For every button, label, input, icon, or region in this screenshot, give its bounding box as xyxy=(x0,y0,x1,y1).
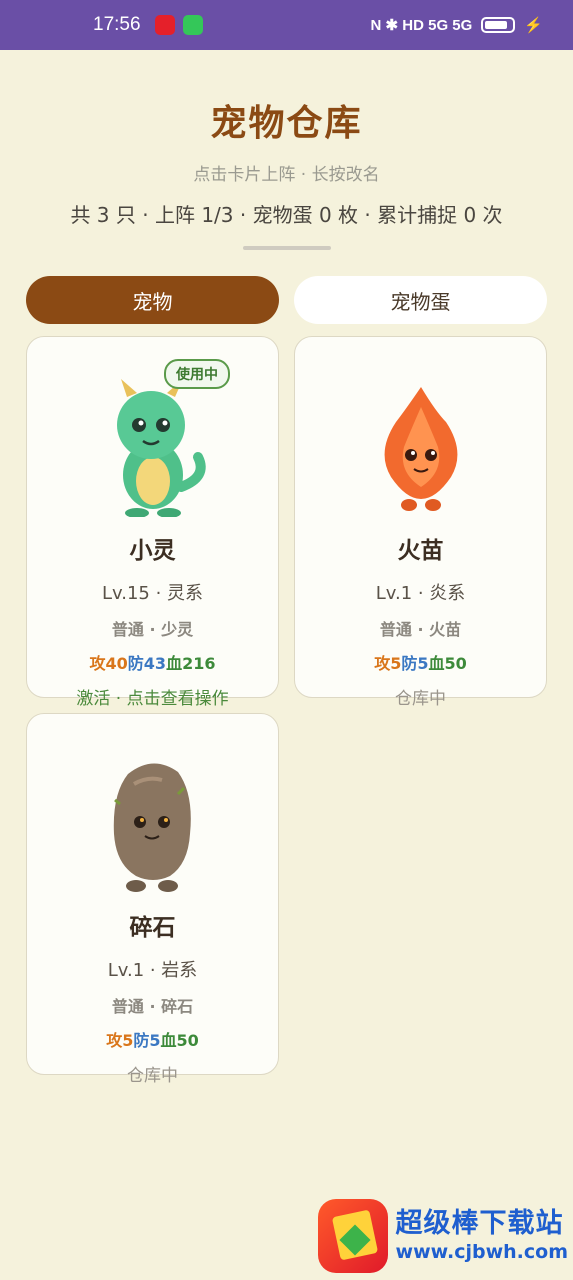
green-dragon-icon xyxy=(116,379,206,517)
pet-card[interactable]: 碎石 Lv.1 · 岩系 普通 · 碎石 攻5防5血50 仓库中 xyxy=(26,713,279,1086)
pet-attributes: 攻5防5血50 xyxy=(295,650,546,674)
charging-icon: ⚡ xyxy=(524,17,543,34)
pet-defense: 防5 xyxy=(133,1031,161,1050)
pet-attributes: 攻40防43血216 xyxy=(27,650,278,674)
watermark: 超级棒下载站 www.cjbwh.com xyxy=(318,1196,568,1276)
pet-status: 激活 · 点击查看操作 xyxy=(76,689,229,709)
pet-name: 火苗 xyxy=(397,538,444,564)
watermark-name: 超级棒下载站 xyxy=(395,1208,564,1240)
page-title: 宠物仓库 xyxy=(210,103,363,144)
summary-stats: 共 3 只 · 上阵 1/3 · 宠物蛋 0 枚 · 累计捕捉 0 次 xyxy=(70,203,503,227)
pet-level: Lv.1 · 岩系 xyxy=(107,960,198,981)
pet-card[interactable]: 使用中 小灵 Lv.15 · 灵系 普通 · 少灵 攻40防43血216 激活 … xyxy=(26,336,279,709)
message-notification-icon xyxy=(182,15,203,35)
watermark-text: 超级棒下载站 www.cjbwh.com xyxy=(396,1208,568,1263)
status-bar: 17:56 N ✱ HD 5G 5G ⚡ xyxy=(0,0,573,50)
pet-kind: 普通 · 火苗 xyxy=(379,620,462,639)
pet-art: 使用中 xyxy=(27,337,278,517)
pet-name: 碎石 xyxy=(129,915,176,941)
status-icons: N ✱ HD 5G 5G ⚡ xyxy=(371,16,543,34)
network-status-icons: N ✱ HD 5G 5G xyxy=(370,17,473,34)
pet-level: Lv.1 · 炎系 xyxy=(375,583,466,604)
app-notification-icon xyxy=(154,15,175,35)
battery-icon xyxy=(481,17,516,33)
pet-kind: 普通 · 少灵 xyxy=(111,620,194,639)
pet-hp: 血216 xyxy=(166,654,216,673)
pet-level: Lv.15 · 灵系 xyxy=(101,583,204,604)
pet-card[interactable]: 火苗 Lv.1 · 炎系 普通 · 火苗 攻5防5血50 仓库中 xyxy=(294,336,547,709)
pet-defense: 防5 xyxy=(401,654,429,673)
pet-status: 仓库中 xyxy=(127,1066,178,1086)
pet-name: 小灵 xyxy=(129,538,176,564)
header-divider xyxy=(242,246,331,250)
pet-defense: 防43 xyxy=(127,654,167,673)
pet-hp: 血50 xyxy=(160,1031,199,1050)
rock-golem-icon xyxy=(113,763,191,892)
tab-pets[interactable]: 宠物 xyxy=(26,276,279,324)
pet-status: 仓库中 xyxy=(395,689,446,709)
tab-bar: 宠物 宠物蛋 xyxy=(0,276,573,324)
pet-art xyxy=(27,714,278,894)
page-header: 宠物仓库 点击卡片上阵 · 长按改名 共 3 只 · 上阵 1/3 · 宠物蛋 … xyxy=(0,50,573,250)
pet-attack: 攻5 xyxy=(106,1031,134,1050)
pet-art xyxy=(295,337,546,517)
status-time: 17:56 xyxy=(93,14,141,35)
in-use-badge: 使用中 xyxy=(164,359,230,389)
fire-sprite-icon xyxy=(384,387,457,511)
pet-kind: 普通 · 碎石 xyxy=(111,997,194,1016)
watermark-url: www.cjbwh.com xyxy=(395,1240,568,1263)
download-site-logo-icon xyxy=(318,1199,388,1273)
page-subtitle: 点击卡片上阵 · 长按改名 xyxy=(193,165,380,185)
pet-attack: 攻40 xyxy=(89,654,128,673)
pet-hp: 血50 xyxy=(428,654,467,673)
pet-attack: 攻5 xyxy=(374,654,402,673)
pet-attributes: 攻5防5血50 xyxy=(27,1027,278,1051)
tab-eggs[interactable]: 宠物蛋 xyxy=(294,276,547,324)
